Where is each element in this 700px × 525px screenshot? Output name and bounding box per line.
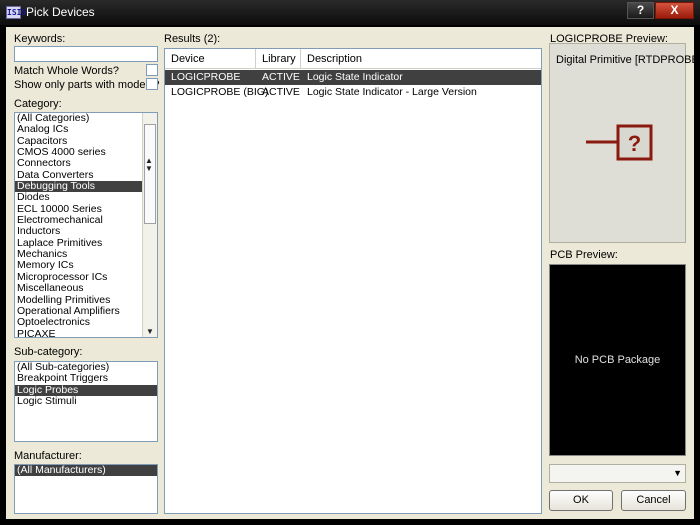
manufacturer-label: Manufacturer: <box>14 450 82 462</box>
results-table[interactable]: Device Library Description LOGICPROBE AC… <box>164 48 542 514</box>
preview-caption: Digital Primitive [RTDPROBE] <box>556 54 700 66</box>
cell-description: Logic State Indicator - Large Version <box>307 86 477 98</box>
chevron-down-icon: ▼ <box>673 468 682 478</box>
category-item[interactable]: Miscellaneous <box>15 282 157 294</box>
cell-library: ACTIVE <box>262 71 300 83</box>
cell-description: Logic State Indicator <box>307 71 403 83</box>
keywords-input[interactable] <box>14 46 158 62</box>
subcategory-list[interactable]: (All Sub-categories) Breakpoint Triggers L… <box>14 361 158 442</box>
window-title: Pick Devices <box>26 5 95 19</box>
scroll-thumb[interactable] <box>144 124 156 224</box>
match-whole-words-checkbox[interactable] <box>146 64 158 76</box>
pcb-preview: No PCB Package <box>549 264 686 456</box>
ok-button[interactable]: OK <box>549 490 613 511</box>
app-icon: ISIS <box>6 6 27 19</box>
subcategory-label: Sub-category: <box>14 346 83 358</box>
category-label: Category: <box>14 98 62 110</box>
show-only-models-checkbox[interactable] <box>146 78 158 90</box>
category-item[interactable]: Analog ICs <box>15 123 157 135</box>
pcb-message: No PCB Package <box>574 354 661 366</box>
category-item[interactable]: Optoelectronics <box>15 316 157 328</box>
manufacturer-item[interactable]: (All Manufacturers) <box>15 465 157 477</box>
cell-device: LOGICPROBE <box>171 71 241 83</box>
dialog-body: Keywords: Match Whole Words? Show only p… <box>6 27 700 519</box>
probe-question-mark: ? <box>628 131 641 156</box>
scroll-grip-icon: ▲ ▼ <box>145 156 153 173</box>
column-device[interactable]: Device <box>165 49 256 69</box>
results-label: Results (2): <box>164 33 221 45</box>
cell-library: ACTIVE <box>262 86 300 98</box>
keywords-label: Keywords: <box>14 33 66 45</box>
category-list[interactable]: (All Categories) Analog ICs Capacitors CMOS… <box>14 112 158 338</box>
category-item[interactable]: PICAXE <box>15 328 157 337</box>
logic-probe-symbol-icon: ? <box>586 124 653 161</box>
results-header: Device Library Description <box>165 49 541 69</box>
category-scrollbar[interactable]: ▲ ▼ ▼ <box>142 113 157 337</box>
match-whole-words-label: Match Whole Words? <box>14 65 119 77</box>
cancel-button[interactable]: Cancel <box>621 490 686 511</box>
scroll-down-icon[interactable]: ▼ <box>146 327 154 336</box>
close-button[interactable]: X <box>655 2 694 19</box>
subcategory-item[interactable]: Breakpoint Triggers <box>15 372 157 384</box>
cell-device: LOGICPROBE (BIG) <box>171 86 269 98</box>
manufacturer-list[interactable]: (All Manufacturers) <box>14 464 158 514</box>
help-button[interactable]: ? <box>627 2 654 19</box>
table-row[interactable]: LOGICPROBE ACTIVE Logic State Indicator <box>165 70 541 85</box>
device-preview: Digital Primitive [RTDPROBE] ? <box>549 43 700 243</box>
pcb-label: PCB Preview: <box>550 249 618 261</box>
title-bar[interactable]: ISIS Pick Devices ? X <box>0 0 700 26</box>
column-description[interactable]: Description <box>301 49 542 69</box>
table-row[interactable]: LOGICPROBE (BIG) ACTIVE Logic State Indi… <box>165 85 541 100</box>
show-only-models-label: Show only parts with models? <box>14 79 160 91</box>
column-library[interactable]: Library <box>256 49 301 69</box>
pcb-package-dropdown[interactable]: ▼ <box>549 464 686 483</box>
subcategory-item[interactable]: Logic Stimuli <box>15 395 157 407</box>
